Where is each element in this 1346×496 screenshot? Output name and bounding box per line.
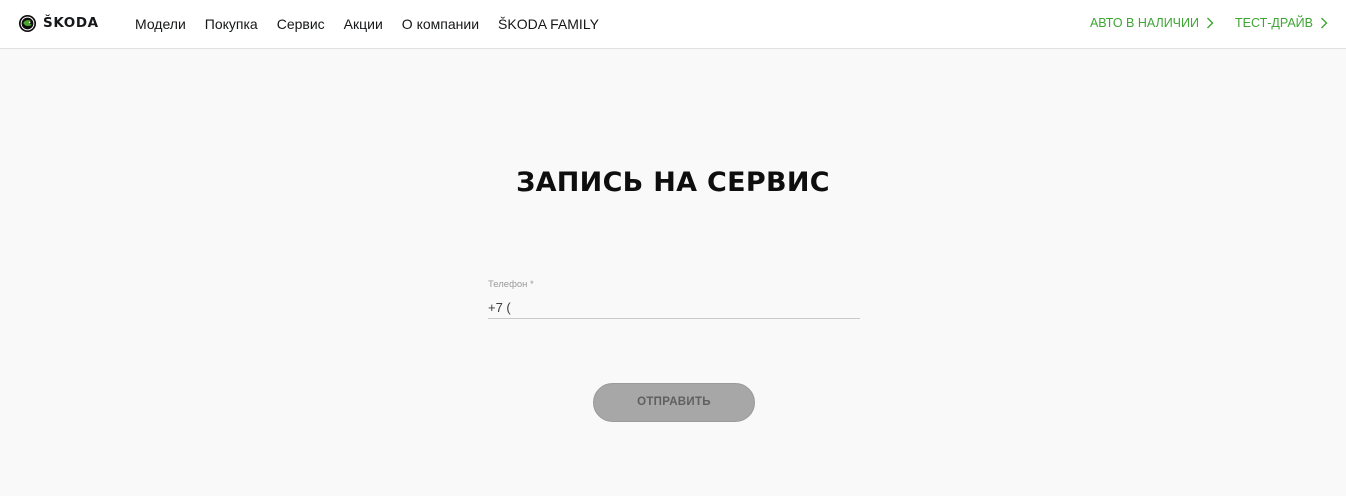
nav-item-promotions[interactable]: Акции bbox=[344, 15, 383, 33]
test-drive-link[interactable]: ТЕСТ-ДРАЙВ bbox=[1235, 14, 1328, 32]
nav-item-purchase[interactable]: Покупка bbox=[205, 15, 258, 33]
skoda-emblem-icon bbox=[18, 14, 37, 32]
cars-in-stock-link[interactable]: АВТО В НАЛИЧИИ bbox=[1090, 14, 1214, 32]
cars-in-stock-label: АВТО В НАЛИЧИИ bbox=[1089, 16, 1199, 30]
phone-input[interactable] bbox=[488, 297, 860, 319]
page-title: ЗАПИСЬ НА СЕРВИС bbox=[516, 167, 830, 198]
test-drive-label: ТЕСТ-ДРАЙВ bbox=[1234, 16, 1313, 30]
phone-field-label: Телефон * bbox=[488, 279, 534, 290]
nav-item-about[interactable]: О компании bbox=[402, 15, 479, 33]
header-cta-links: АВТО В НАЛИЧИИ ТЕСТ-ДРАЙВ bbox=[1090, 14, 1328, 32]
nav-item-service[interactable]: Сервис bbox=[277, 15, 325, 33]
nav-item-models[interactable]: Модели bbox=[135, 15, 186, 33]
site-header: ŠKODA Модели Покупка Сервис Акции О комп… bbox=[0, 0, 1346, 49]
main-nav: Модели Покупка Сервис Акции О компании Š… bbox=[135, 15, 599, 33]
phone-field: Телефон * bbox=[488, 279, 860, 319]
chevron-right-icon bbox=[1321, 17, 1328, 29]
chevron-right-icon bbox=[1206, 17, 1214, 29]
logo-wordmark: ŠKODA bbox=[43, 15, 99, 31]
submit-button[interactable]: ОТПРАВИТЬ bbox=[593, 383, 755, 422]
nav-item-skoda-family[interactable]: ŠKODA FAMILY bbox=[498, 15, 599, 33]
skoda-logo[interactable]: ŠKODA bbox=[18, 13, 99, 33]
